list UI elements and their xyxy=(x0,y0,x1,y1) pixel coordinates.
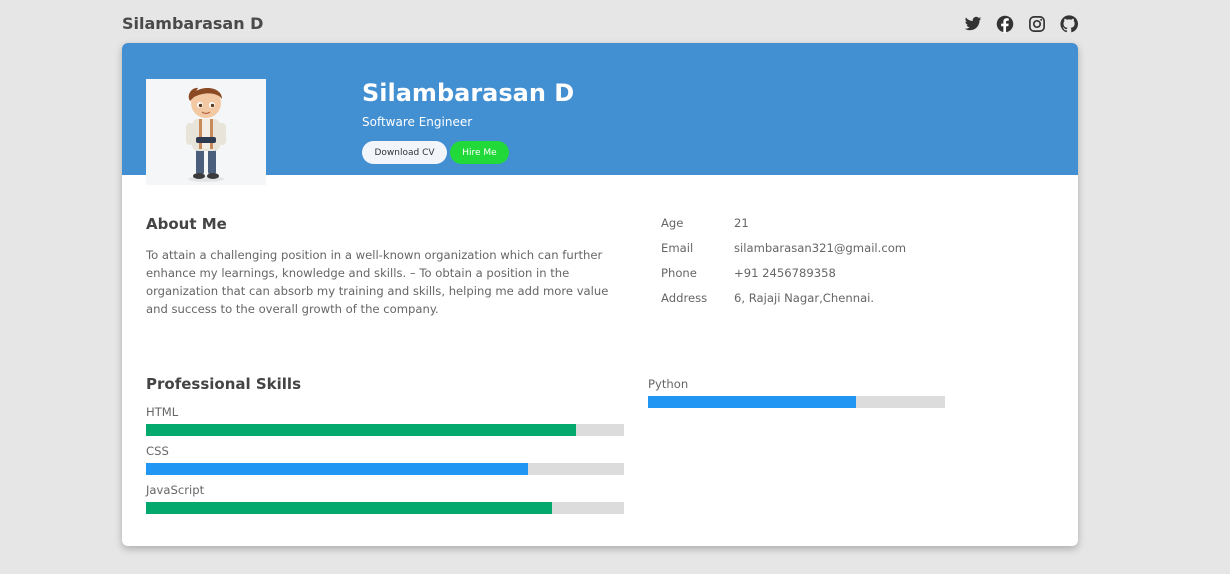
skill-name: JavaScript xyxy=(146,483,205,497)
info-label: Age xyxy=(661,216,684,230)
profile-photo xyxy=(146,79,266,185)
info-row-age: Age 21 xyxy=(661,216,906,241)
skill-bar-track xyxy=(648,396,945,408)
skill-bar-fill xyxy=(146,502,553,514)
skills-title: Professional Skills xyxy=(146,375,301,393)
facebook-icon[interactable] xyxy=(996,15,1014,33)
skill-html: HTML xyxy=(146,405,624,436)
info-label: Email xyxy=(661,241,694,255)
twitter-icon[interactable] xyxy=(964,15,982,33)
info-label: Address xyxy=(661,291,708,305)
skill-name: Python xyxy=(648,377,689,391)
skill-name: HTML xyxy=(146,405,179,419)
skill-javascript: JavaScript xyxy=(146,483,624,514)
skill-name: CSS xyxy=(146,444,169,458)
info-label: Phone xyxy=(661,266,697,280)
info-value: 6, Rajaji Nagar,Chennai. xyxy=(734,291,875,305)
instagram-icon[interactable] xyxy=(1028,15,1046,33)
info-value: +91 2456789358 xyxy=(734,266,836,280)
skill-css: CSS xyxy=(146,444,624,475)
skill-bar-fill xyxy=(648,396,856,408)
info-value: 21 xyxy=(734,216,749,230)
skill-bar-track xyxy=(146,463,624,475)
skill-bar-fill xyxy=(146,424,577,436)
github-icon[interactable] xyxy=(1060,15,1078,33)
social-links xyxy=(964,15,1078,33)
top-bar: Silambarasan D xyxy=(122,12,1078,38)
skill-python: Python xyxy=(648,377,945,408)
personal-info: Age 21 Email silambarasan321@gmail.com P… xyxy=(661,216,906,316)
info-row-email: Email silambarasan321@gmail.com xyxy=(661,241,906,266)
skill-bar-track xyxy=(146,502,624,514)
skill-bar-fill xyxy=(146,463,529,475)
profile-name: Silambarasan D xyxy=(362,79,575,107)
about-text: To attain a challenging position in a we… xyxy=(146,248,609,316)
info-row-address: Address 6, Rajaji Nagar,Chennai. xyxy=(661,291,906,316)
info-value: silambarasan321@gmail.com xyxy=(734,241,907,255)
about-title: About Me xyxy=(146,215,227,233)
skill-bar-track xyxy=(146,424,624,436)
profile-role: Software Engineer xyxy=(362,115,473,129)
site-brand[interactable]: Silambarasan D xyxy=(122,14,263,33)
info-row-phone: Phone +91 2456789358 xyxy=(661,266,906,291)
profile-card: Silambarasan D Software Engineer Downloa… xyxy=(122,43,1078,546)
hire-me-button[interactable]: Hire Me xyxy=(450,141,509,164)
download-cv-button[interactable]: Download CV xyxy=(362,141,447,164)
